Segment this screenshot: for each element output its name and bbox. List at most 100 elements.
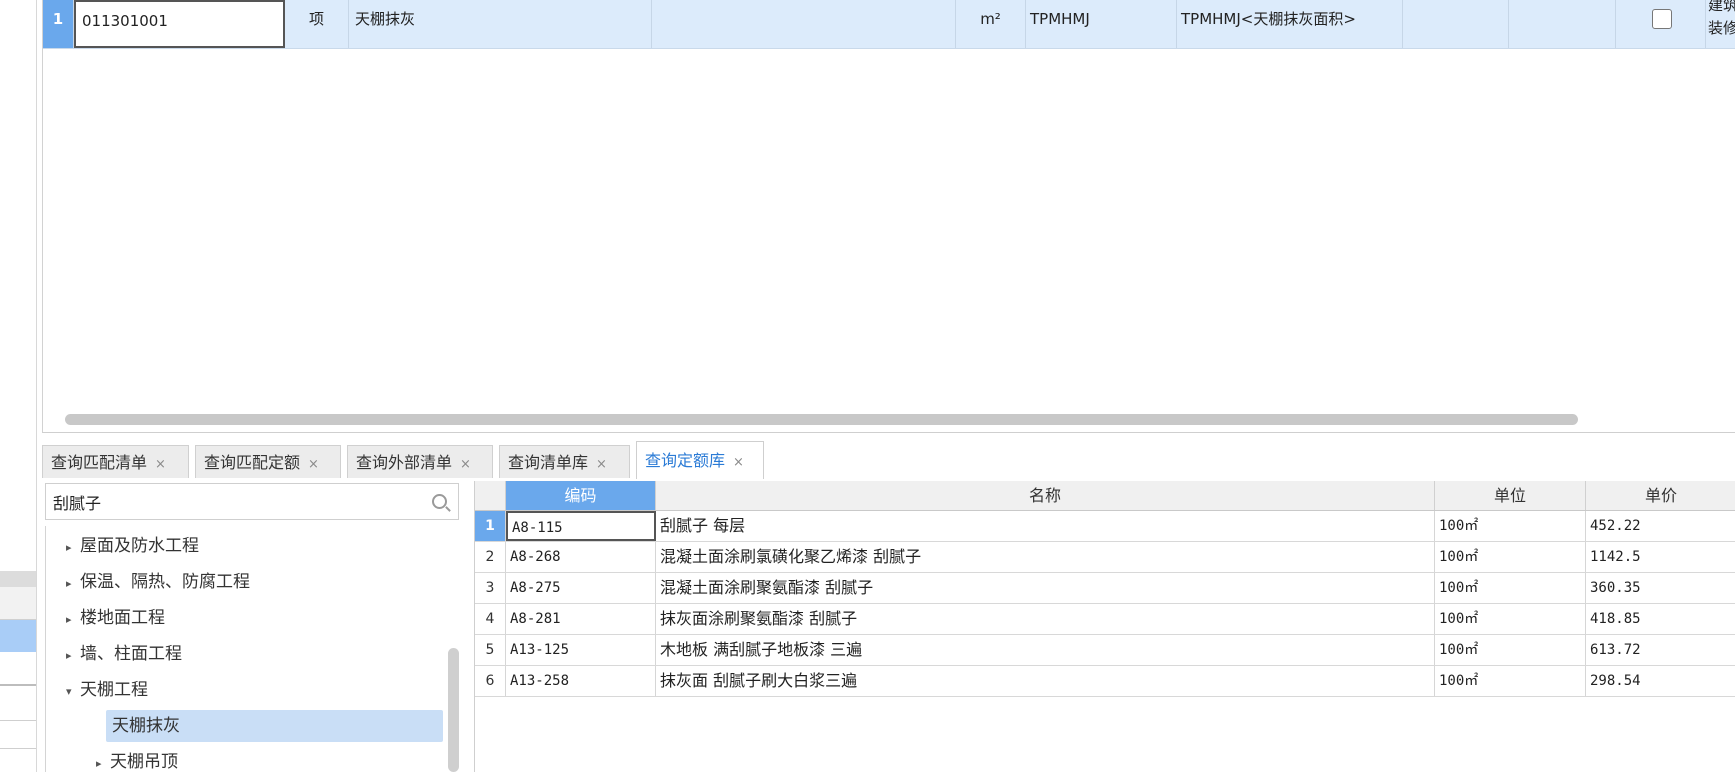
expand-arrow-icon[interactable]: ▸	[66, 568, 80, 600]
quota-price-cell[interactable]: 298.54	[1586, 666, 1735, 696]
close-icon[interactable]: ×	[155, 457, 166, 472]
quota-price-cell[interactable]: 418.85	[1586, 604, 1735, 634]
left-strip-row[interactable]	[0, 587, 36, 620]
bill-grid: 1 011301001 项 天棚抹灰 m² TPMHMJ TPMHMJ<天棚抹灰…	[42, 0, 1735, 433]
search-icon[interactable]	[432, 494, 447, 509]
quota-unit-cell[interactable]: 100㎡	[1435, 542, 1586, 572]
row-number[interactable]: 6	[475, 666, 506, 696]
tree-item[interactable]: ▸ 楼地面工程	[66, 602, 165, 634]
left-panel-strip	[0, 0, 37, 772]
collapse-arrow-icon[interactable]: ▾	[66, 676, 80, 708]
tree-item-label: 保温、隔热、防腐工程	[80, 572, 250, 592]
tab-label: 查询匹配定额	[204, 453, 301, 472]
quota-unit-cell[interactable]: 100㎡	[1435, 573, 1586, 603]
quota-price-cell[interactable]: 613.72	[1586, 635, 1735, 665]
quota-unit-cell[interactable]: 100㎡	[1435, 666, 1586, 696]
quota-name-cell[interactable]: 混凝土面涂刷氯磺化聚乙烯漆 刮腻子	[656, 542, 1435, 572]
search-input[interactable]	[51, 484, 415, 519]
quota-code-cell[interactable]: A8-115	[506, 511, 656, 541]
tab-query-external-bill[interactable]: 查询外部清单 ×	[347, 445, 493, 478]
quota-unit-cell[interactable]: 100㎡	[1435, 511, 1586, 541]
row-number[interactable]: 3	[475, 573, 506, 603]
row-number[interactable]: 5	[475, 635, 506, 665]
table-row[interactable]: 1 A8-115 刮腻子 每层 100㎡ 452.22	[475, 511, 1735, 542]
bill-checkbox-cell[interactable]	[1616, 0, 1706, 48]
header-corner	[475, 481, 506, 510]
quota-code-cell[interactable]: A8-268	[506, 542, 656, 572]
bill-feature-cell[interactable]	[652, 0, 956, 48]
quota-unit-cell[interactable]: 100㎡	[1435, 635, 1586, 665]
quota-name-cell[interactable]: 抹灰面 刮腻子刷大白浆三遍	[656, 666, 1435, 696]
table-header: 编码 名称 单位 单价	[475, 481, 1735, 511]
tab-label: 查询外部清单	[356, 453, 453, 472]
quota-price-cell[interactable]: 360.35	[1586, 573, 1735, 603]
vertical-scrollbar[interactable]	[448, 648, 459, 772]
quota-category-tree: ▸ 屋面及防水工程 ▸ 保温、隔热、防腐工程 ▸ 楼地面工程 ▸ 墙、柱面工程 ▾ 天棚工…	[45, 526, 466, 772]
bill-expression-desc-cell[interactable]: TPMHMJ<天棚抹灰面积>	[1177, 0, 1403, 48]
row-number[interactable]: 1	[43, 0, 74, 48]
left-strip-line	[0, 748, 36, 749]
tab-query-quota-library[interactable]: 查询定额库 ×	[636, 441, 764, 479]
close-icon[interactable]: ×	[308, 457, 319, 472]
header-code[interactable]: 编码	[506, 481, 656, 510]
quota-code-cell[interactable]: A8-275	[506, 573, 656, 603]
bill-empty-cell[interactable]	[1403, 0, 1509, 48]
bill-row[interactable]: 1 011301001 项 天棚抹灰 m² TPMHMJ TPMHMJ<天棚抹灰…	[43, 0, 1735, 49]
quota-name-cell[interactable]: 混凝土面涂刷聚氨酯漆 刮腻子	[656, 573, 1435, 603]
row-number[interactable]: 1	[475, 511, 506, 541]
expand-arrow-icon[interactable]: ▸	[66, 532, 80, 564]
checkbox[interactable]	[1652, 9, 1672, 29]
tab-query-matching-quota[interactable]: 查询匹配定额 ×	[195, 445, 341, 478]
header-unit[interactable]: 单位	[1435, 481, 1586, 510]
horizontal-scrollbar[interactable]	[65, 414, 1578, 425]
bill-empty-cell[interactable]	[1509, 0, 1616, 48]
expand-arrow-icon[interactable]: ▸	[66, 604, 80, 636]
tree-item-label: 墙、柱面工程	[80, 644, 182, 664]
table-row[interactable]: 3 A8-275 混凝土面涂刷聚氨酯漆 刮腻子 100㎡ 360.35	[475, 573, 1735, 604]
row-number[interactable]: 2	[475, 542, 506, 572]
tree-item[interactable]: ▸ 屋面及防水工程	[66, 530, 199, 562]
table-row[interactable]: 2 A8-268 混凝土面涂刷氯磺化聚乙烯漆 刮腻子 100㎡ 1142.5	[475, 542, 1735, 573]
bill-category-cell[interactable]: 建筑装饰 装修工程	[1706, 0, 1735, 48]
left-strip-line	[0, 720, 36, 721]
bill-code-cell[interactable]: 011301001	[74, 0, 285, 48]
quota-code-cell[interactable]: A13-258	[506, 666, 656, 696]
tree-item[interactable]: ▸ 保温、隔热、防腐工程	[66, 566, 250, 598]
tab-query-matching-bill[interactable]: 查询匹配清单 ×	[42, 445, 189, 478]
table-row[interactable]: 6 A13-258 抹灰面 刮腻子刷大白浆三遍 100㎡ 298.54	[475, 666, 1735, 697]
close-icon[interactable]: ×	[460, 457, 471, 472]
tab-label: 查询匹配清单	[51, 453, 148, 472]
quota-name-cell[interactable]: 刮腻子 每层	[656, 511, 1435, 541]
close-icon[interactable]: ×	[596, 457, 607, 472]
category-line: 建筑装饰	[1708, 0, 1735, 14]
quota-code-cell[interactable]: A8-281	[506, 604, 656, 634]
quota-code-cell[interactable]: A13-125	[506, 635, 656, 665]
quota-name-cell[interactable]: 木地板 满刮腻子地板漆 三遍	[656, 635, 1435, 665]
header-price[interactable]: 单价	[1586, 481, 1735, 510]
expand-arrow-icon[interactable]: ▸	[66, 640, 80, 672]
tree-item[interactable]: ▸ 墙、柱面工程	[66, 638, 182, 670]
header-name[interactable]: 名称	[656, 481, 1435, 510]
quota-price-cell[interactable]: 452.22	[1586, 511, 1735, 541]
expand-arrow-icon[interactable]: ▸	[96, 748, 110, 780]
left-strip-selected-row[interactable]	[0, 620, 36, 652]
tree-item[interactable]: ▸ 天棚吊顶	[96, 746, 178, 778]
quota-search-box[interactable]	[45, 483, 459, 520]
quota-name-cell[interactable]: 抹灰面涂刷聚氨酯漆 刮腻子	[656, 604, 1435, 634]
quota-unit-cell[interactable]: 100㎡	[1435, 604, 1586, 634]
tree-item-selected[interactable]: 天棚抹灰	[106, 710, 443, 742]
quota-price-cell[interactable]: 1142.5	[1586, 542, 1735, 572]
tab-label: 查询清单库	[508, 453, 589, 472]
tree-item-label: 天棚吊顶	[110, 752, 178, 772]
table-row[interactable]: 4 A8-281 抹灰面涂刷聚氨酯漆 刮腻子 100㎡ 418.85	[475, 604, 1735, 635]
bill-unit-cell[interactable]: m²	[956, 0, 1026, 48]
tab-query-bill-library[interactable]: 查询清单库 ×	[499, 445, 630, 478]
bill-name-cell[interactable]: 天棚抹灰	[349, 0, 652, 48]
bill-expression-cell[interactable]: TPMHMJ	[1026, 0, 1177, 48]
table-row[interactable]: 5 A13-125 木地板 满刮腻子地板漆 三遍 100㎡ 613.72	[475, 635, 1735, 666]
left-strip-divider	[0, 571, 36, 587]
bill-type-cell[interactable]: 项	[285, 0, 349, 48]
tree-item[interactable]: ▾ 天棚工程	[66, 674, 148, 706]
close-icon[interactable]: ×	[733, 455, 744, 470]
row-number[interactable]: 4	[475, 604, 506, 634]
